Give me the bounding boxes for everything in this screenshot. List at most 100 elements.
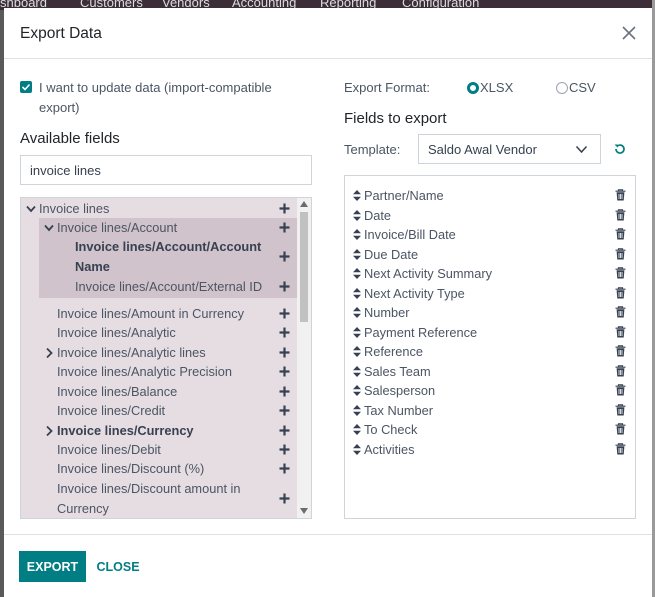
export-field-row[interactable]: Date xyxy=(345,206,635,225)
xlsx-label[interactable]: XLSX xyxy=(480,80,513,95)
add-field-icon[interactable] xyxy=(279,281,290,292)
field-tree-item[interactable]: Invoice lines/Analytic lines xyxy=(21,343,297,362)
drag-handle-icon[interactable] xyxy=(353,209,361,221)
drag-handle-icon[interactable] xyxy=(353,268,361,279)
export-button[interactable]: EXPORT xyxy=(19,551,86,582)
trash-icon[interactable] xyxy=(615,345,626,357)
trash-icon[interactable] xyxy=(615,306,626,318)
scroll-thumb[interactable] xyxy=(300,212,308,322)
add-field-icon[interactable] xyxy=(279,493,290,504)
field-tree-label: Invoice lines/Currency xyxy=(57,423,194,438)
export-field-row[interactable]: Number xyxy=(345,303,635,322)
chevron-down-icon[interactable] xyxy=(26,203,36,215)
trash-icon[interactable] xyxy=(615,208,626,221)
drag-handle-icon[interactable] xyxy=(353,365,361,377)
chevron-right-icon[interactable] xyxy=(44,347,54,359)
field-tree-item[interactable]: Invoice lines/Credit xyxy=(21,401,297,420)
add-field-icon[interactable] xyxy=(279,308,290,319)
field-tree-label-continued: Currency xyxy=(57,501,109,516)
field-tree-item[interactable]: Invoice lines/Discount (%) xyxy=(21,459,297,478)
template-label: Template: xyxy=(344,142,401,157)
trash-icon[interactable] xyxy=(615,286,626,299)
export-field-row[interactable]: Salesperson xyxy=(345,381,635,400)
trash-icon[interactable] xyxy=(615,423,626,435)
export-field-row[interactable]: Partner/Name xyxy=(345,186,635,205)
template-select[interactable]: Saldo Awal Vendor xyxy=(418,134,601,164)
drag-handle-icon[interactable] xyxy=(353,424,361,435)
reset-template-icon[interactable] xyxy=(613,142,627,156)
field-tree-item[interactable]: Invoice lines/Currency xyxy=(21,421,297,440)
export-field-row[interactable]: Next Activity Summary xyxy=(345,264,635,283)
field-tree-item[interactable]: Invoice lines/Analytic Precision xyxy=(21,362,297,381)
add-field-icon[interactable] xyxy=(279,405,290,416)
close-button[interactable]: CLOSE xyxy=(92,551,144,582)
field-tree-item[interactable]: Invoice lines/Discount amount in Currency xyxy=(21,479,297,518)
dialog-title: Export Data xyxy=(20,25,102,42)
export-field-row[interactable]: Tax Number xyxy=(345,401,635,420)
field-tree-item[interactable]: Invoice lines/Account xyxy=(21,218,297,237)
add-field-icon[interactable] xyxy=(279,347,290,358)
trash-icon[interactable] xyxy=(615,325,626,338)
field-tree-label: Invoice lines/Analytic lines xyxy=(57,345,206,360)
export-field-name: Next Activity Type xyxy=(364,285,465,301)
add-field-icon[interactable] xyxy=(279,463,290,474)
field-tree-item[interactable]: Invoice lines/Balance xyxy=(21,382,297,401)
drag-handle-icon[interactable] xyxy=(353,307,361,318)
add-field-icon[interactable] xyxy=(279,327,290,338)
field-tree-item[interactable]: Invoice lines/Amount in Currency xyxy=(21,304,297,323)
export-field-name: Date xyxy=(364,207,392,223)
import-compatible-checkbox[interactable] xyxy=(20,81,32,93)
drag-handle-icon[interactable] xyxy=(353,229,361,240)
xlsx-radio[interactable] xyxy=(467,82,479,94)
add-field-icon[interactable] xyxy=(279,425,290,436)
add-field-icon[interactable] xyxy=(279,222,290,233)
drag-handle-icon[interactable] xyxy=(353,326,361,338)
available-fields-tree: Invoice lines Invoice lines/Account Invoic… xyxy=(20,197,312,519)
trash-icon[interactable] xyxy=(615,189,626,201)
chevron-down-icon[interactable] xyxy=(44,222,54,234)
dialog-footer: EXPORT CLOSE xyxy=(4,534,652,597)
trash-icon[interactable] xyxy=(615,364,626,377)
chevron-right-icon[interactable] xyxy=(44,425,54,437)
field-tree-item[interactable]: Invoice lines/Account/Account Name xyxy=(21,237,297,277)
field-tree-item[interactable]: Invoice lines xyxy=(21,199,297,218)
export-field-row[interactable]: Reference xyxy=(345,342,635,361)
close-dialog-button[interactable] xyxy=(619,23,639,43)
trash-icon[interactable] xyxy=(615,228,626,240)
add-field-icon[interactable] xyxy=(279,366,290,377)
export-field-row[interactable]: Next Activity Type xyxy=(345,284,635,303)
drag-handle-icon[interactable] xyxy=(353,248,361,260)
export-field-name: Activities xyxy=(364,441,415,457)
field-search-input[interactable] xyxy=(20,155,312,185)
scroll-down-icon[interactable] xyxy=(300,508,308,514)
export-field-row[interactable]: Invoice/Bill Date xyxy=(345,225,635,244)
export-field-row[interactable]: To Check xyxy=(345,420,635,439)
scroll-up-icon[interactable] xyxy=(300,201,308,207)
drag-handle-icon[interactable] xyxy=(353,346,361,357)
trash-icon[interactable] xyxy=(615,403,626,416)
drag-handle-icon[interactable] xyxy=(353,404,361,416)
tree-scrollbar[interactable] xyxy=(297,198,311,518)
check-icon xyxy=(21,83,31,91)
trash-icon[interactable] xyxy=(615,267,626,279)
field-tree-item[interactable]: Invoice lines/Account/External ID xyxy=(21,277,297,296)
add-field-icon[interactable] xyxy=(279,251,290,262)
csv-radio[interactable] xyxy=(556,82,568,94)
export-field-row[interactable]: Due Date xyxy=(345,245,635,264)
drag-handle-icon[interactable] xyxy=(353,190,361,201)
trash-icon[interactable] xyxy=(615,442,626,455)
drag-handle-icon[interactable] xyxy=(353,287,361,299)
add-field-icon[interactable] xyxy=(279,203,290,214)
export-field-row[interactable]: Sales Team xyxy=(345,362,635,381)
drag-handle-icon[interactable] xyxy=(353,385,361,396)
trash-icon[interactable] xyxy=(615,384,626,396)
export-field-row[interactable]: Payment Reference xyxy=(345,323,635,342)
add-field-icon[interactable] xyxy=(279,444,290,455)
field-tree-item[interactable]: Invoice lines/Analytic xyxy=(21,323,297,342)
export-field-row[interactable]: Activities xyxy=(345,440,635,459)
add-field-icon[interactable] xyxy=(279,386,290,397)
field-tree-item[interactable]: Invoice lines/Debit xyxy=(21,440,297,459)
csv-label[interactable]: CSV xyxy=(569,80,596,95)
drag-handle-icon[interactable] xyxy=(353,443,361,455)
trash-icon[interactable] xyxy=(615,247,626,260)
